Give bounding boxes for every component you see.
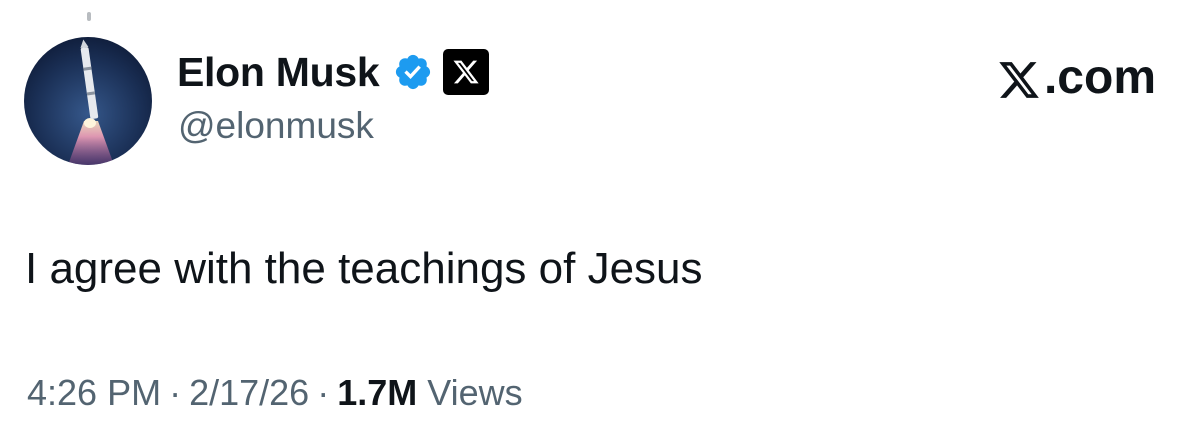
meta-separator: · [317,372,330,413]
x-logo-icon [453,60,479,84]
author-handle[interactable]: @elonmusk [178,104,374,148]
verified-checkmark-icon[interactable] [393,52,433,92]
brand-domain-text: .com [1043,51,1156,104]
x-logo-icon [999,62,1039,98]
top-indicator [87,12,91,21]
x-affiliate-badge[interactable] [443,49,490,95]
views-label: Views [427,372,523,413]
tweet-date[interactable]: 2/17/26 [189,372,309,413]
views-count[interactable]: 1.7M [337,372,417,413]
brand-watermark: .com [996,54,1156,102]
tweet-text: I agree with the teachings of Jesus [25,244,703,293]
rocket-launch-avatar-icon [24,37,152,165]
tweet-meta: 4:26 PM · 2/17/26 · 1.7M Views [27,371,523,414]
author-display-name[interactable]: Elon Musk [177,51,380,93]
tweet-time[interactable]: 4:26 PM [27,372,161,413]
author-name-row: Elon Musk [177,44,490,100]
avatar[interactable] [24,37,152,165]
meta-separator: · [169,372,182,413]
